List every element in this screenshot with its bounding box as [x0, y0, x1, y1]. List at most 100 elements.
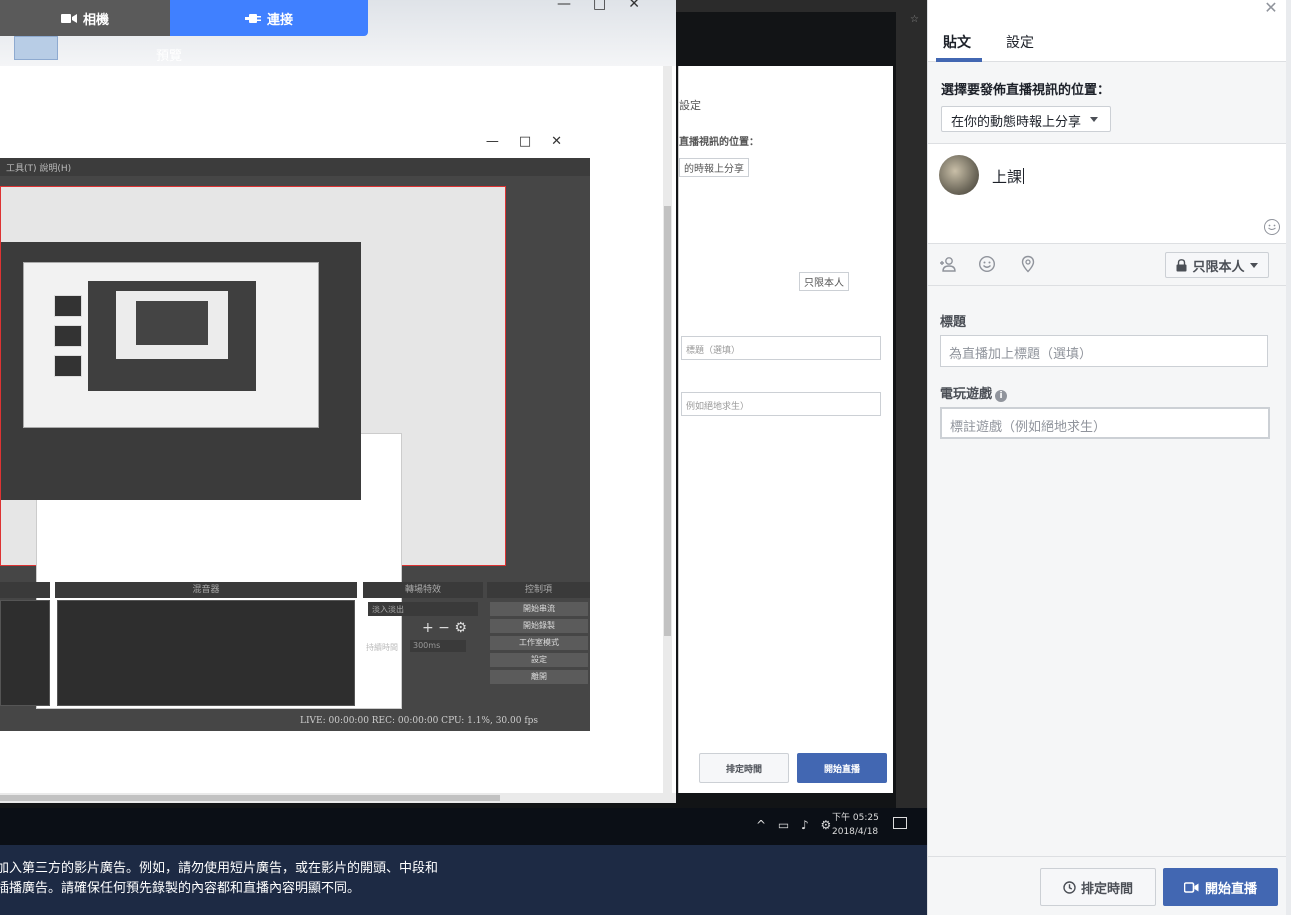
captured-taskbar: ^ ▭ ♪ ⚙ 下午 05:25 2018/4/18 — [0, 808, 927, 845]
policy-notice: 加入第三方的影片廣告。例如，請勿使用短片廣告，或在影片的開頭、中段和 插播廣告。… — [0, 845, 927, 915]
mirror-location-label: 直播視訊的位置： — [679, 137, 759, 148]
close-icon[interactable]: ✕ — [1263, 0, 1279, 16]
preview-label: 預覽 — [156, 49, 183, 64]
slide-thumb — [54, 325, 82, 347]
tab-connect-label: 連接 — [266, 12, 293, 28]
tab-camera[interactable]: 相機 — [0, 0, 170, 36]
lock-icon — [1176, 258, 1187, 271]
composer-footer: 排定時間 開始直播 — [928, 856, 1286, 915]
plug-icon — [244, 13, 261, 23]
obs-start-record-button: 開始錄製 — [490, 619, 588, 633]
obs-studio-mode-button: 工作室模式 — [490, 636, 588, 650]
chevron-down-icon — [1090, 117, 1098, 122]
slide-thumb — [54, 355, 82, 377]
privacy-label: 只限本人 — [1192, 259, 1245, 275]
schedule-button[interactable]: 排定時間 — [1040, 868, 1156, 906]
tag-people-icon[interactable] — [939, 255, 959, 275]
post-actions-row: 只限本人 — [928, 244, 1286, 286]
obs-start-stream-button: 開始串流 — [490, 602, 588, 616]
source-tabs: 相機 連接 — [0, 0, 368, 36]
feeling-icon[interactable] — [978, 255, 998, 275]
nested-obs-3 — [136, 301, 208, 345]
mirrored-composer: 設定 直播視訊的位置： 的時報上分享 只限本人 標題（選填） 例如絕地求生） 排… — [678, 66, 893, 793]
tab-settings[interactable]: 設定 — [1006, 32, 1034, 52]
dock-sources — [0, 600, 50, 706]
game-label-text: 電玩遊戲 — [940, 387, 993, 402]
nested-obs-2 — [88, 281, 256, 391]
dock-header-sources — [0, 582, 50, 598]
dock-header-transitions: 轉場特效 — [363, 582, 483, 598]
obs-docks: 混音器 轉場特效 淡入淡出 + − ⚙ 持續時間 300ms 控制項 開始串流 … — [0, 582, 590, 707]
stream-preview-frame: —□✕ —□✕ 工具(T) 說明(H) 混音器 轉場特效 淡入淡出 + − ⚙ … — [0, 0, 927, 845]
taskbar-date: 2018/4/18 — [832, 827, 879, 837]
browser-side-strip — [896, 12, 927, 808]
dock-mixer — [57, 600, 355, 706]
notice-line-1: 加入第三方的影片廣告。例如，請勿使用短片廣告，或在影片的開頭、中段和 — [0, 861, 439, 876]
taskbar-time: 下午 05:25 — [832, 813, 879, 823]
star-icon: ☆ — [910, 14, 919, 25]
mirror-title-input: 標題（選填） — [681, 336, 881, 360]
composer-panel: 貼文 設定 ✕ 選擇要發佈直播視訊的位置： 在你的動態時報上分享 上課 只限本人 — [927, 0, 1291, 915]
obs-canvas — [0, 186, 506, 709]
notification-icon — [893, 817, 907, 829]
tab-post[interactable]: 貼文 — [943, 32, 971, 52]
mirror-tab: 設定 — [679, 99, 701, 112]
video-camera-icon — [1183, 881, 1199, 893]
obs-window-controls: —□✕ — [485, 134, 582, 149]
obs-main: 混音器 轉場特效 淡入淡出 + − ⚙ 持續時間 300ms 控制項 開始串流 … — [0, 176, 590, 731]
mirror-game-input: 例如絕地求生） — [681, 392, 881, 416]
mirror-golive-button: 開始直播 — [797, 753, 887, 783]
title-input[interactable]: 為直播加上標題（選填） — [940, 335, 1268, 367]
smile-face-icon — [1268, 224, 1276, 230]
post-composer: 上課 — [928, 144, 1286, 244]
go-live-label: 開始直播 — [1204, 881, 1257, 897]
browser-chrome-strip — [676, 0, 927, 12]
obs-exit-button: 離開 — [490, 670, 588, 684]
dock-header-mixer: 混音器 — [55, 582, 357, 598]
tab-camera-label: 相機 — [82, 12, 109, 28]
obs-status-bar: LIVE: 00:00:00 REC: 00:00:00 CPU: 1.1%, … — [300, 716, 539, 726]
schedule-label: 排定時間 — [1080, 881, 1133, 897]
game-input[interactable]: 標註遊戲（例如絕地求生） — [940, 407, 1270, 439]
panel-scrollbar[interactable] — [1286, 0, 1291, 915]
obs-menubar: 工具(T) 說明(H) — [0, 158, 590, 176]
system-tray-icons: ^ ▭ ♪ ⚙ — [756, 818, 836, 832]
location-select[interactable]: 在你的動態時報上分享 — [941, 106, 1111, 132]
dock-header-controls: 控制項 — [487, 582, 590, 598]
mirror-location-select: 的時報上分享 — [679, 158, 749, 177]
location-section: 選擇要發佈直播視訊的位置： 在你的動態時報上分享 — [928, 62, 1286, 144]
captured-scrollbar-v — [663, 66, 672, 796]
window-controls: —□✕ — [557, 0, 662, 12]
info-icon[interactable]: i — [995, 390, 1008, 402]
mirror-schedule-button: 排定時間 — [699, 753, 789, 783]
chevron-down-icon — [1249, 262, 1258, 268]
tab-connect[interactable]: 連接 — [170, 0, 368, 36]
transition-select: 淡入淡出 — [368, 602, 478, 616]
captured-scrollbar-h — [0, 793, 676, 803]
slide-thumb — [54, 295, 82, 317]
video-camera-icon — [60, 13, 77, 23]
emoji-icon[interactable] — [1264, 219, 1280, 235]
go-live-button[interactable]: 開始直播 — [1163, 868, 1278, 906]
post-text-input[interactable]: 上課 — [992, 166, 1024, 187]
clock-icon — [1063, 880, 1076, 894]
location-pin-icon[interactable] — [1019, 255, 1039, 275]
duration-value: 300ms — [410, 640, 466, 652]
nested-screen-1 — [23, 262, 319, 428]
composer-tabs: 貼文 設定 — [928, 0, 1286, 62]
mirror-privacy: 只限本人 — [799, 272, 849, 291]
nested-screen-2 — [116, 291, 228, 359]
pen-tool-icon — [14, 36, 58, 60]
game-label: 電玩遊戲 i — [940, 383, 1008, 402]
obs-settings-button: 設定 — [490, 653, 588, 667]
captured-window: —□✕ —□✕ 工具(T) 說明(H) 混音器 轉場特效 淡入淡出 + − ⚙ … — [0, 0, 676, 803]
taskbar-clock: 下午 05:25 2018/4/18 — [832, 811, 879, 839]
obs-titlebar: —□✕ — [0, 130, 590, 158]
notice-line-2: 插播廣告。請確保任何預先錄製的內容都和直播內容明顯不同。 — [0, 881, 361, 896]
title-label: 標題 — [940, 315, 967, 330]
location-label: 選擇要發佈直播視訊的位置： — [941, 83, 1111, 98]
transition-add-remove-icon: + − ⚙ — [422, 620, 467, 636]
live-preview-area: —□✕ —□✕ 工具(T) 說明(H) 混音器 轉場特效 淡入淡出 + − ⚙ … — [0, 0, 927, 915]
privacy-dropdown[interactable]: 只限本人 — [1165, 252, 1269, 278]
duration-label: 持續時間 — [366, 643, 398, 652]
